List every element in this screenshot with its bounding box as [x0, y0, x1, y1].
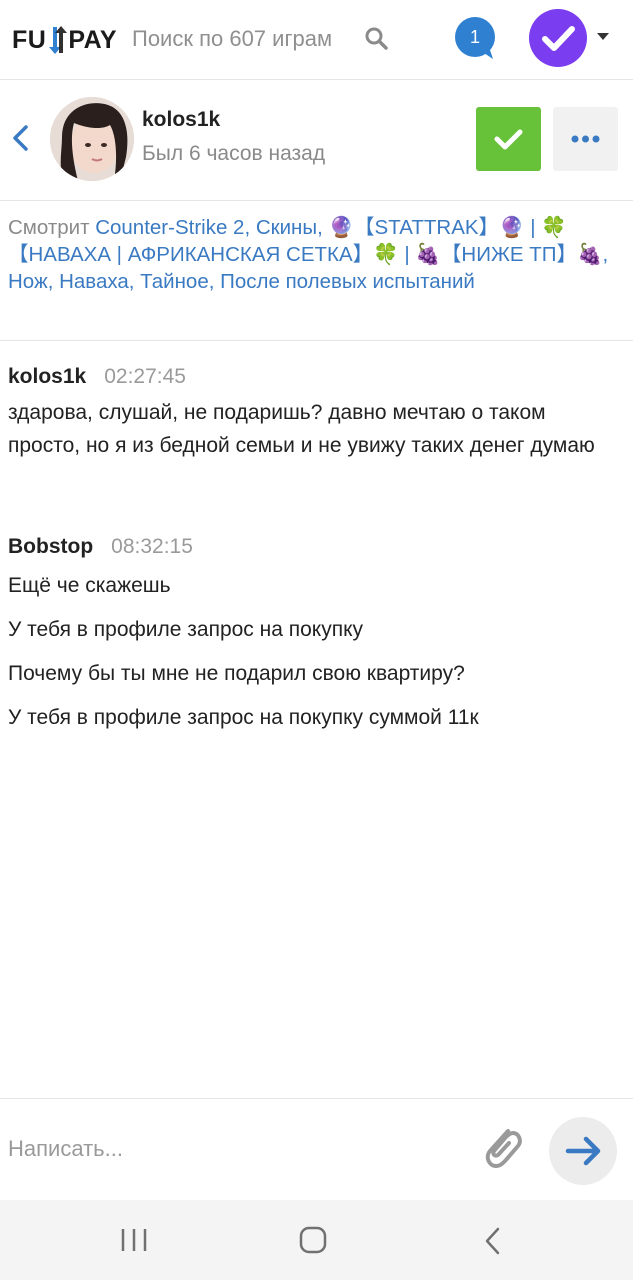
message-header: kolos1k 02:27:45	[8, 362, 623, 392]
confirm-button[interactable]	[476, 107, 541, 171]
message-text: У тебя в профиле запрос на покупку суммо…	[8, 706, 479, 729]
message-text: У тебя в профиле запрос на покупку	[8, 618, 364, 641]
system-navigation-bar	[0, 1200, 633, 1280]
message-input[interactable]	[8, 1129, 448, 1169]
watching-offer-link[interactable]: Counter-Strike 2, Скины, 🔮【STATTRAK】🔮 | …	[8, 216, 608, 293]
paperclip-icon[interactable]	[478, 1121, 526, 1173]
contact-avatar[interactable]	[50, 97, 134, 181]
message-time: 08:32:15	[111, 535, 193, 558]
notifications-button[interactable]: 1	[455, 17, 497, 59]
top-bar: FU PAY 1	[0, 0, 633, 80]
check-badge-icon	[542, 26, 575, 51]
contact-name[interactable]: kolos1k	[142, 108, 220, 132]
search-input[interactable]	[132, 22, 352, 56]
message-header: Bobstop 08:32:15	[8, 532, 623, 562]
caret-down-icon[interactable]	[597, 33, 609, 40]
watching-prefix: Смотрит	[8, 216, 96, 239]
message-time: 02:27:45	[104, 365, 186, 388]
contact-status: Был 6 часов назад	[142, 142, 326, 165]
chevron-left-icon[interactable]	[8, 122, 34, 154]
recent-apps-icon[interactable]	[119, 1227, 149, 1253]
funpay-logo[interactable]: FU PAY	[12, 22, 117, 58]
avatar-photo	[50, 97, 134, 181]
send-button[interactable]	[549, 1117, 617, 1185]
message-author[interactable]: kolos1k	[8, 365, 86, 388]
more-options-button[interactable]	[553, 107, 618, 171]
message-text: здарова, слушай, не подаришь? давно мечт…	[8, 401, 595, 457]
message-composer	[0, 1098, 633, 1201]
arrow-right-icon	[565, 1136, 601, 1166]
message-group: kolos1k 02:27:45 здарова, слушай, не пода…	[8, 362, 623, 462]
logo-text-left: FU	[12, 25, 47, 54]
message-author[interactable]: Bobstop	[8, 535, 93, 558]
message-text: Ещё че скажешь	[8, 574, 171, 597]
ellipsis-icon	[571, 135, 600, 143]
home-icon[interactable]	[299, 1226, 327, 1254]
user-avatar[interactable]	[529, 9, 587, 67]
divider	[0, 340, 633, 341]
notification-count: 1	[469, 27, 480, 47]
logo-text-right: PAY	[68, 25, 118, 54]
watching-info: Смотрит Counter-Strike 2, Скины, 🔮【STATT…	[8, 214, 618, 295]
message-group: Bobstop 08:32:15 Ещё че скажешь У тебя в …	[8, 532, 623, 748]
message-text: Почему бы ты мне не подарил свою квартир…	[8, 662, 465, 685]
logo-arrows-icon	[47, 25, 68, 55]
check-icon	[494, 129, 523, 150]
chat-header: kolos1k Был 6 часов назад	[0, 80, 633, 201]
search-icon[interactable]	[364, 26, 390, 52]
system-back-icon[interactable]	[483, 1226, 503, 1256]
